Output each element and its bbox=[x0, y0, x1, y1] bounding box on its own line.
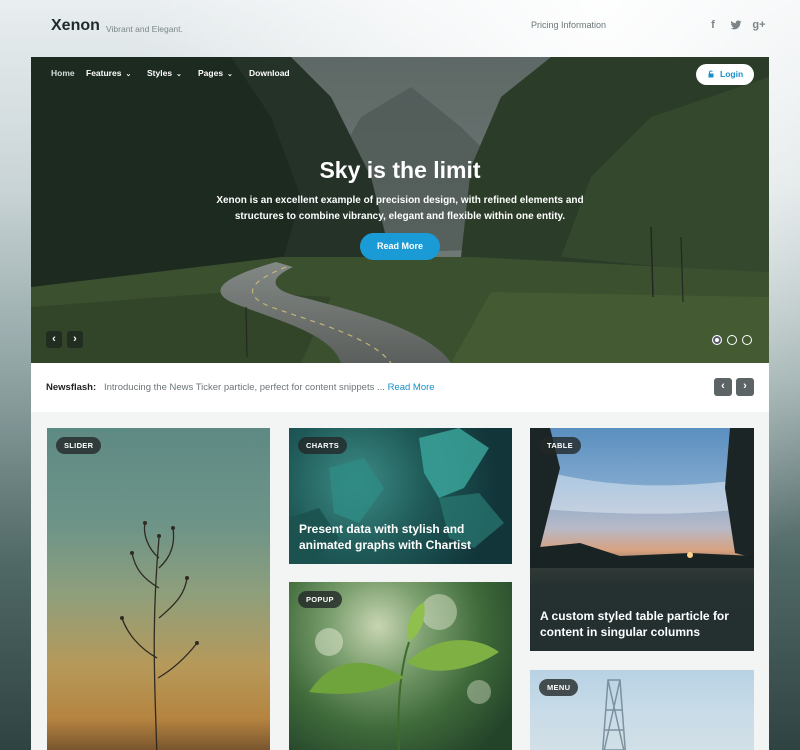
newsflash-snippet: Introducing the News Ticker particle, pe… bbox=[104, 382, 385, 393]
nav-item-home[interactable]: Home bbox=[51, 68, 75, 78]
card-badge: SLIDER bbox=[56, 437, 102, 454]
unlock-icon bbox=[707, 70, 717, 79]
dried-plant-image bbox=[120, 521, 199, 750]
card-table[interactable]: TABLE A custom styled table particle for… bbox=[530, 428, 754, 651]
nav-item-pages[interactable]: Pages ⌄ bbox=[198, 68, 233, 78]
card-badge: CHARTS bbox=[298, 437, 348, 454]
card-popup[interactable]: POPUP bbox=[289, 582, 512, 750]
read-more-button[interactable]: Read More bbox=[360, 233, 440, 260]
card-badge: POPUP bbox=[298, 591, 342, 608]
nav-item-features[interactable]: Features ⌄ bbox=[86, 68, 131, 78]
twitter-icon[interactable] bbox=[729, 18, 743, 32]
newsflash-text: Introducing the News Ticker particle, pe… bbox=[104, 382, 435, 393]
pricing-link[interactable]: Pricing Information bbox=[531, 20, 606, 30]
card-title: A custom styled table particle for conte… bbox=[540, 609, 729, 639]
card-menu[interactable]: MENU bbox=[530, 670, 754, 750]
login-label: Login bbox=[720, 69, 744, 79]
nav-item-label: Features bbox=[86, 68, 122, 78]
chevron-down-icon: ⌄ bbox=[125, 71, 132, 78]
slider-dot-3[interactable] bbox=[742, 335, 752, 345]
slider-dot-1[interactable] bbox=[712, 335, 722, 345]
chevron-left-icon: ‹ bbox=[52, 333, 56, 345]
nav-item-styles[interactable]: Styles ⌄ bbox=[147, 68, 182, 78]
nav-item-label: Download bbox=[249, 68, 290, 78]
site-header: Xenon Vibrant and Elegant. Pricing Infor… bbox=[0, 0, 800, 56]
card-title: Present data with stylish and animated g… bbox=[299, 522, 472, 552]
hero-title: Sky is the limit bbox=[319, 157, 481, 183]
news-prev-button[interactable]: ‹ bbox=[714, 378, 732, 396]
chevron-down-icon: ⌄ bbox=[176, 71, 182, 78]
slider-next-button[interactable]: › bbox=[67, 331, 83, 348]
newsflash-label: Newsflash: bbox=[46, 382, 97, 393]
nav-item-download[interactable]: Download bbox=[249, 68, 290, 78]
nav-item-label: Home bbox=[51, 68, 75, 78]
facebook-icon[interactable]: f bbox=[706, 18, 720, 32]
slider-prev-button[interactable]: ‹ bbox=[46, 331, 62, 348]
card-slider[interactable]: SLIDER bbox=[47, 428, 270, 750]
card-charts[interactable]: CHARTS Present data with stylish and ani… bbox=[289, 428, 512, 564]
card-badge: TABLE bbox=[539, 437, 581, 454]
chevron-right-icon: › bbox=[743, 380, 747, 392]
chevron-right-icon: › bbox=[73, 333, 77, 345]
card-badge: MENU bbox=[539, 679, 579, 696]
hero-description: Xenon is an excellent example of precisi… bbox=[216, 195, 584, 222]
site-tagline: Vibrant and Elegant. bbox=[106, 24, 183, 34]
google-plus-icon[interactable]: g+ bbox=[752, 18, 766, 32]
slider-dot-2[interactable] bbox=[727, 335, 737, 345]
newsflash-read-more-link[interactable]: Read More bbox=[388, 382, 435, 393]
nav-item-label: Styles bbox=[147, 68, 173, 78]
login-button[interactable]: Login bbox=[696, 64, 754, 85]
chevron-down-icon: ⌄ bbox=[227, 71, 233, 78]
news-next-button[interactable]: › bbox=[736, 378, 754, 396]
site-logo[interactable]: Xenon bbox=[51, 17, 100, 35]
nav-item-label: Pages bbox=[198, 68, 224, 78]
chevron-left-icon: ‹ bbox=[721, 380, 725, 392]
